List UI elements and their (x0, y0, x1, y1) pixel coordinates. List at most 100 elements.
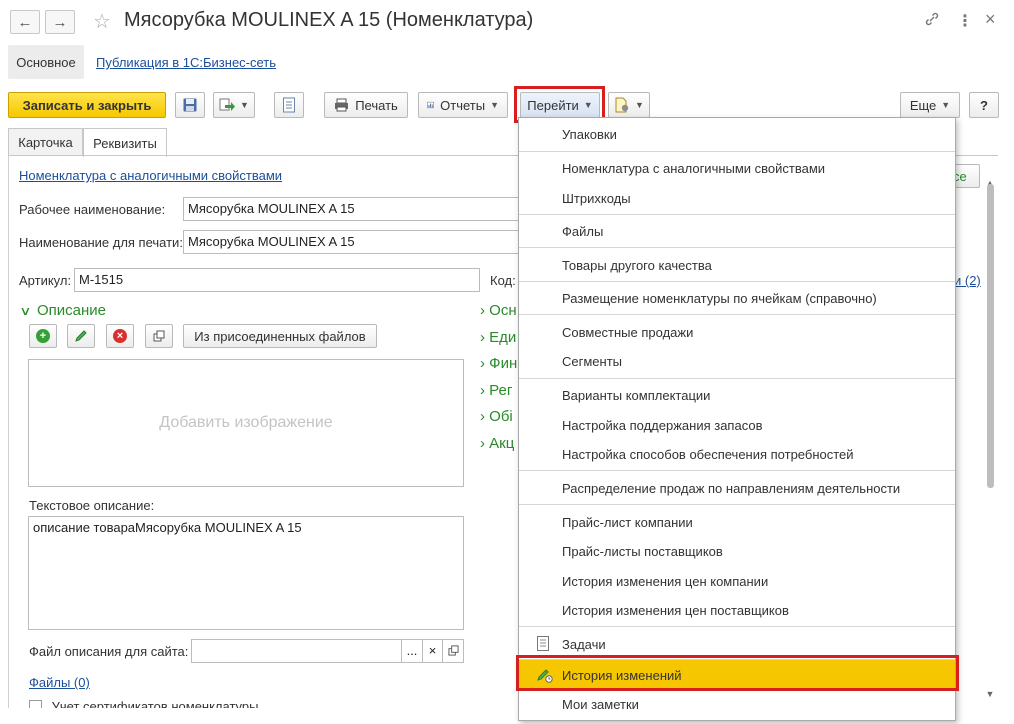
open-image-button[interactable] (145, 324, 173, 348)
menu-item-company-price-history[interactable]: История изменения цен компании (519, 567, 955, 595)
forward-button[interactable]: → (45, 10, 75, 34)
page-title: Мясорубка MOULINEX A 15 (Номенклатура) (124, 9, 534, 31)
files-link[interactable]: Файлы (0) (29, 675, 90, 690)
more-vertical-icon[interactable]: ⋮ (957, 11, 973, 31)
right-section-4[interactable]: › Рег (480, 382, 512, 399)
help-button[interactable]: ? (969, 92, 999, 118)
print-button[interactable]: Печать (324, 92, 408, 118)
menu-item-supplier-price-history[interactable]: История изменения цен поставщиков (519, 596, 955, 624)
printer-icon (335, 98, 349, 112)
more-button[interactable]: Еще ▼ (900, 92, 960, 118)
copy-window-icon (153, 330, 165, 342)
article-field[interactable]: М-1515 (74, 268, 480, 292)
chevron-right-icon: › (480, 382, 485, 399)
site-file-label: Файл описания для сайта: (29, 644, 189, 659)
arrow-left-icon: ← (17, 13, 33, 31)
open-file-button[interactable] (442, 639, 464, 663)
goto-dropdown-menu: Упаковки Номенклатура с аналогичными сво… (518, 117, 956, 721)
description-section-label: Описание (36, 302, 106, 319)
select-file-button[interactable]: ... (401, 639, 423, 663)
menu-item-files[interactable]: Файлы (519, 217, 955, 245)
delete-image-button[interactable]: × (106, 324, 134, 348)
menu-item-kit-variants[interactable]: Варианты комплектации (519, 381, 955, 409)
scroll-thumb[interactable] (987, 184, 994, 488)
menu-item-segments[interactable]: Сегменты (519, 347, 955, 375)
structure-button[interactable] (274, 92, 304, 118)
right-section-6[interactable]: › Акц (480, 435, 514, 452)
menu-item-stock-settings[interactable]: Настройка поддержания запасов (519, 411, 955, 439)
edit-image-button[interactable] (67, 324, 95, 348)
tab-requisites[interactable]: Реквизиты (83, 128, 167, 157)
menu-item-sales-distribution[interactable]: Распределение продаж по направлениям дея… (519, 474, 955, 502)
certs-label: Учет сертификатов номенклатуры (51, 700, 259, 708)
chevron-right-icon: › (480, 355, 485, 372)
delete-icon: × (113, 329, 127, 343)
menu-item-company-price-list[interactable]: Прайс-лист компании (519, 508, 955, 536)
right-partial-link[interactable]: и (2) (954, 273, 981, 288)
plus-icon: + (36, 329, 50, 343)
working-name-label: Рабочее наименование: (19, 202, 166, 217)
menu-item-supply-methods[interactable]: Настройка способов обеспечения потребнос… (519, 440, 955, 468)
right-section-1[interactable]: › Осн (480, 302, 517, 319)
reports-icon (427, 101, 434, 109)
print-label: Печать (355, 97, 398, 113)
text-description-label: Текстовое описание: (29, 498, 155, 513)
article-label: Артикул: (19, 273, 72, 288)
nav-publication-link[interactable]: Публикация в 1С:Бизнес-сеть (96, 55, 276, 70)
list-document-icon (283, 97, 295, 113)
certs-row[interactable]: Учет сертификатов номенклатуры (29, 700, 459, 708)
history-highlight-frame (516, 655, 959, 691)
chevron-right-icon: › (480, 329, 485, 346)
working-name-field[interactable]: Мясорубка MOULINEX A 15 (183, 197, 528, 221)
right-section-5[interactable]: › Обі (480, 408, 513, 425)
save-button[interactable] (175, 92, 205, 118)
save-and-close-button[interactable]: Записать и закрыть (8, 92, 166, 118)
print-name-label: Наименование для печати: (19, 235, 183, 250)
menu-item-tasks[interactable]: Задачи (519, 630, 955, 658)
from-attached-files-button[interactable]: Из присоединенных файлов (183, 324, 377, 348)
back-button[interactable]: ← (10, 10, 40, 34)
add-image-text: Добавить изображение (159, 414, 333, 431)
favorite-star-icon[interactable]: ☆ (93, 9, 111, 34)
print-name-field[interactable]: Мясорубка MOULINEX A 15 (183, 230, 528, 254)
menu-item-joint-sales[interactable]: Совместные продажи (519, 318, 955, 346)
nav-main[interactable]: Основное (8, 45, 84, 79)
text-description-field[interactable]: описание товараМясорубка MOULINEX A 15 (28, 516, 464, 630)
chevron-down-icon: ∨ (19, 304, 32, 318)
menu-item-packages[interactable]: Упаковки (519, 120, 955, 148)
right-section-3[interactable]: › Фин (480, 355, 517, 372)
chevron-right-icon: › (480, 302, 485, 319)
panel-border (8, 156, 9, 716)
link-icon[interactable] (924, 11, 940, 30)
certs-checkbox[interactable] (29, 700, 42, 708)
menu-item-label: Задачи (562, 636, 606, 652)
reports-button[interactable]: Отчеты ▼ (418, 92, 508, 118)
menu-item-analogs[interactable]: Номенклатура с аналогичными свойствами (519, 154, 955, 182)
document-settings-icon (615, 97, 629, 113)
tab-card[interactable]: Карточка (8, 128, 83, 156)
add-image-button[interactable]: + (29, 324, 57, 348)
menu-item-other-quality[interactable]: Товары другого качества (519, 251, 955, 279)
site-file-field[interactable] (191, 639, 402, 663)
more-label: Еще (909, 97, 937, 113)
floppy-disk-icon (183, 98, 197, 112)
image-placeholder[interactable]: Добавить изображение (28, 359, 464, 487)
menu-item-cell-placement[interactable]: Размещение номенклатуры по ячейкам (спра… (519, 284, 955, 312)
create-on-basis-icon (219, 98, 236, 111)
document-list-icon (537, 636, 549, 654)
right-section-2[interactable]: › Еди (480, 329, 516, 346)
close-icon[interactable]: × (985, 9, 996, 30)
additional-actions-button[interactable]: ▼ (608, 92, 650, 118)
menu-item-my-notes[interactable]: Мои заметки (519, 690, 955, 718)
create-based-on-button[interactable]: ▼ (213, 92, 255, 118)
scrollbar[interactable]: ▲ ▼ (985, 178, 995, 708)
code-label: Код: (490, 273, 516, 288)
arrow-right-icon: → (52, 13, 68, 31)
reports-label: Отчеты (440, 97, 486, 113)
menu-item-supplier-price-lists[interactable]: Прайс-листы поставщиков (519, 537, 955, 565)
scroll-down-icon[interactable]: ▼ (985, 689, 995, 699)
clear-icon[interactable]: × (422, 639, 443, 663)
menu-item-barcodes[interactable]: Штрихкоды (519, 184, 955, 212)
description-section-toggle[interactable]: ∨ Описание (19, 302, 106, 319)
analogs-link[interactable]: Номенклатура с аналогичными свойствами (19, 168, 282, 183)
